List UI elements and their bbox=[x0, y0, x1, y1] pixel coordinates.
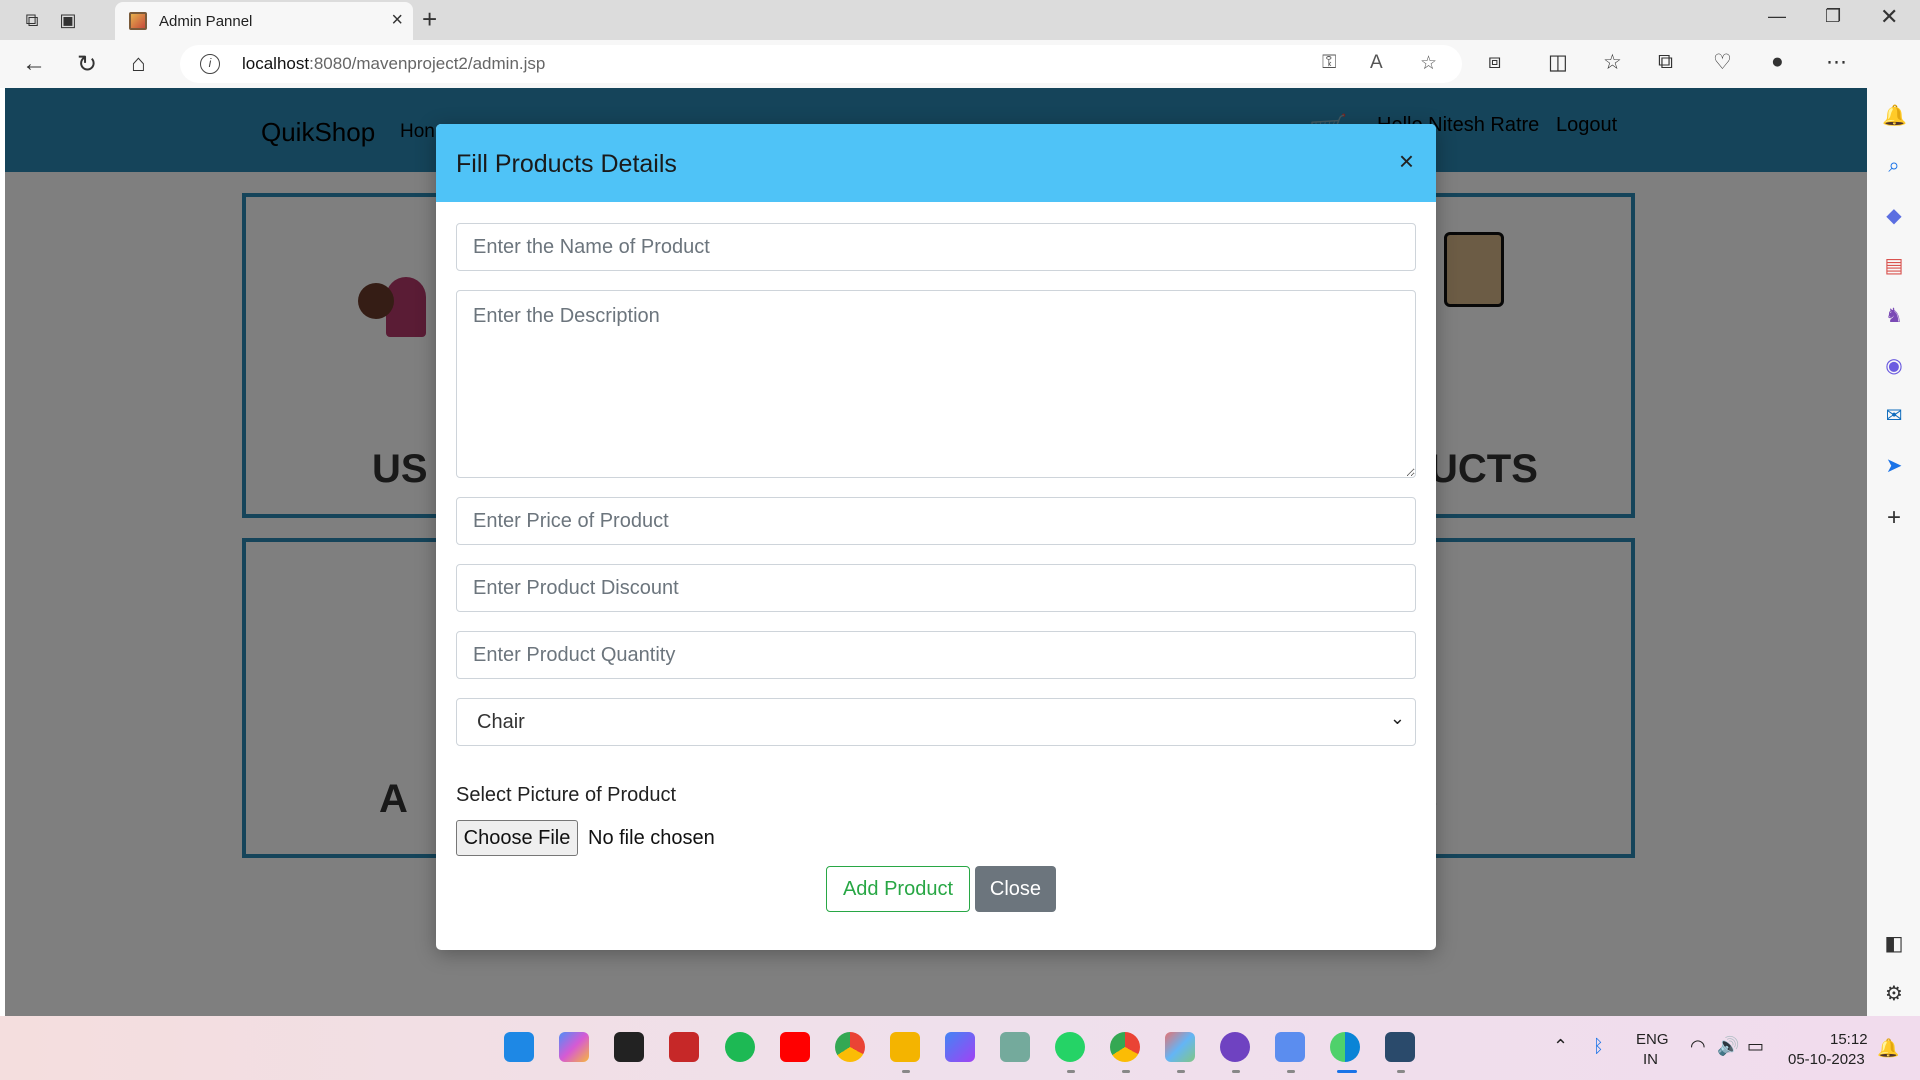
home-icon[interactable]: ⌂ bbox=[131, 50, 146, 78]
product-name-input[interactable] bbox=[456, 223, 1416, 271]
workspaces-icon[interactable]: ⧉ bbox=[20, 8, 44, 32]
category-select[interactable]: Chair ⌄ bbox=[456, 698, 1416, 746]
running-indicator bbox=[1067, 1070, 1075, 1073]
url-text[interactable]: localhost:8080/mavenproject2/admin.jsp bbox=[242, 54, 545, 74]
microsoft-365-icon[interactable]: ◉ bbox=[1882, 354, 1906, 378]
file-explorer-icon[interactable] bbox=[890, 1032, 920, 1062]
close-button[interactable]: Close bbox=[975, 866, 1056, 912]
product-quantity-input[interactable] bbox=[456, 631, 1416, 679]
add-sidebar-app-icon[interactable]: + bbox=[1882, 506, 1906, 530]
tab-actions-icon[interactable]: ▣ bbox=[56, 8, 80, 32]
edge-icon[interactable] bbox=[1330, 1032, 1360, 1062]
netbeans-icon[interactable] bbox=[1275, 1032, 1305, 1062]
tab-title: Admin Pannel bbox=[159, 13, 253, 30]
modal-header: Fill Products Details × bbox=[436, 124, 1436, 202]
running-indicator bbox=[1397, 1070, 1405, 1073]
chrome-profile-icon[interactable] bbox=[1110, 1032, 1140, 1062]
split-screen-icon[interactable]: ◫ bbox=[1548, 50, 1568, 75]
password-key-icon[interactable]: ⚿ bbox=[1322, 52, 1336, 74]
running-indicator bbox=[1232, 1070, 1240, 1073]
refresh-icon[interactable]: ↻ bbox=[77, 50, 97, 79]
minimize-icon[interactable]: — bbox=[1768, 6, 1786, 27]
restore-icon[interactable]: ❐ bbox=[1825, 6, 1841, 27]
more-menu-icon[interactable]: ⋯ bbox=[1826, 50, 1847, 75]
sidebar-settings-icon[interactable]: ⚙ bbox=[1882, 982, 1906, 1006]
show-hidden-icons-chevron-icon[interactable]: ⌃ bbox=[1553, 1036, 1568, 1057]
terminal-icon[interactable] bbox=[614, 1032, 644, 1062]
product-description-input[interactable] bbox=[456, 290, 1416, 478]
profile-icon[interactable]: ● bbox=[1771, 50, 1784, 74]
page-viewport: QuikShop Hon 🛒 Hello Nitesh Ratre Logout… bbox=[5, 88, 1867, 1016]
back-icon[interactable]: ← bbox=[22, 50, 46, 78]
favorites-icon[interactable]: ☆ bbox=[1603, 50, 1622, 75]
favicon-icon bbox=[129, 12, 147, 30]
language-bottom[interactable]: IN bbox=[1643, 1051, 1658, 1068]
add-product-modal: Fill Products Details × Chair ⌄ Select P… bbox=[436, 124, 1436, 950]
chrome-icon[interactable] bbox=[835, 1032, 865, 1062]
hide-sidebar-icon[interactable]: ◧ bbox=[1882, 932, 1906, 956]
volume-icon[interactable]: 🔊 bbox=[1717, 1036, 1739, 1057]
running-indicator bbox=[1122, 1070, 1130, 1073]
add-product-button[interactable]: Add Product bbox=[826, 866, 970, 912]
new-tab-icon[interactable]: + bbox=[422, 4, 437, 35]
category-selected-value: Chair bbox=[477, 711, 525, 733]
windows-taskbar: ⌃ ᛒ ENG IN ◠ 🔊 ▭ 15:12 05-10-2023 🔔 bbox=[0, 1016, 1920, 1080]
running-indicator bbox=[1177, 1070, 1185, 1073]
picture-label: Select Picture of Product bbox=[456, 784, 677, 806]
collections-icon[interactable]: ⧉ bbox=[1658, 50, 1673, 74]
file-status-text: No file chosen bbox=[588, 827, 715, 849]
games-icon[interactable]: ♞ bbox=[1882, 304, 1906, 328]
close-tab-icon[interactable]: × bbox=[391, 9, 403, 32]
start-menu-icon[interactable] bbox=[504, 1032, 534, 1062]
product-discount-input[interactable] bbox=[456, 564, 1416, 612]
outlook-icon[interactable]: ✉ bbox=[1882, 404, 1906, 428]
close-icon[interactable]: × bbox=[1399, 146, 1414, 177]
browser-tab-bar: ⧉ ▣ Admin Pannel × + — ❐ ✕ bbox=[0, 0, 1920, 40]
site-info-icon[interactable]: i bbox=[200, 54, 220, 74]
chevron-down-icon: ⌄ bbox=[1389, 708, 1405, 728]
browser-tab-active[interactable]: Admin Pannel × bbox=[115, 2, 413, 40]
notification-icon[interactable]: 🔔 bbox=[1877, 1038, 1899, 1059]
photos-icon[interactable] bbox=[1165, 1032, 1195, 1062]
product-price-input[interactable] bbox=[456, 497, 1416, 545]
notification-bell-icon[interactable]: 🔔 bbox=[1882, 104, 1907, 128]
browser-toolbar: ← ↻ ⌂ i localhost:8080/mavenproject2/adm… bbox=[0, 40, 1920, 88]
copilot-taskbar-icon[interactable] bbox=[559, 1032, 589, 1062]
youtube-icon[interactable] bbox=[780, 1032, 810, 1062]
language-top[interactable]: ENG bbox=[1636, 1031, 1669, 1048]
github-desktop-icon[interactable] bbox=[1220, 1032, 1250, 1062]
bluetooth-icon[interactable]: ᛒ bbox=[1593, 1036, 1604, 1057]
address-bar[interactable]: i localhost:8080/mavenproject2/admin.jsp… bbox=[180, 45, 1462, 83]
tools-icon[interactable]: ▤ bbox=[1882, 254, 1906, 278]
extensions-icon[interactable]: ⧈ bbox=[1488, 50, 1501, 74]
close-window-icon[interactable]: ✕ bbox=[1880, 4, 1898, 30]
chatgpt-icon[interactable] bbox=[1000, 1032, 1030, 1062]
choose-file-button[interactable]: Choose File bbox=[456, 820, 578, 856]
spotify-icon[interactable] bbox=[725, 1032, 755, 1062]
clock-date[interactable]: 05-10-2023 bbox=[1788, 1051, 1865, 1068]
search-icon[interactable]: ⌕ bbox=[1882, 154, 1906, 178]
favorite-star-icon[interactable]: ☆ bbox=[1420, 52, 1437, 75]
clock-time[interactable]: 15:12 bbox=[1830, 1031, 1868, 1048]
running-indicator bbox=[1287, 1070, 1295, 1073]
workbench-icon[interactable] bbox=[1385, 1032, 1415, 1062]
running-indicator bbox=[902, 1070, 910, 1073]
shopping-tag-icon[interactable]: ◆ bbox=[1882, 204, 1906, 228]
wifi-icon[interactable]: ◠ bbox=[1690, 1036, 1706, 1057]
read-aloud-icon[interactable]: A bbox=[1370, 52, 1383, 74]
performance-icon[interactable]: ♡ bbox=[1713, 50, 1732, 75]
modal-title: Fill Products Details bbox=[456, 150, 677, 178]
edge-sidebar: 🔔 ⌕ ◆ ▤ ♞ ◉ ✉ ➤ + ◧ ⚙ bbox=[1867, 40, 1920, 1016]
game-app-icon[interactable] bbox=[669, 1032, 699, 1062]
active-indicator bbox=[1337, 1070, 1357, 1073]
drop-send-icon[interactable]: ➤ bbox=[1882, 454, 1906, 478]
battery-icon[interactable]: ▭ bbox=[1747, 1036, 1764, 1057]
whatsapp-icon[interactable] bbox=[1055, 1032, 1085, 1062]
gemini-icon[interactable] bbox=[945, 1032, 975, 1062]
